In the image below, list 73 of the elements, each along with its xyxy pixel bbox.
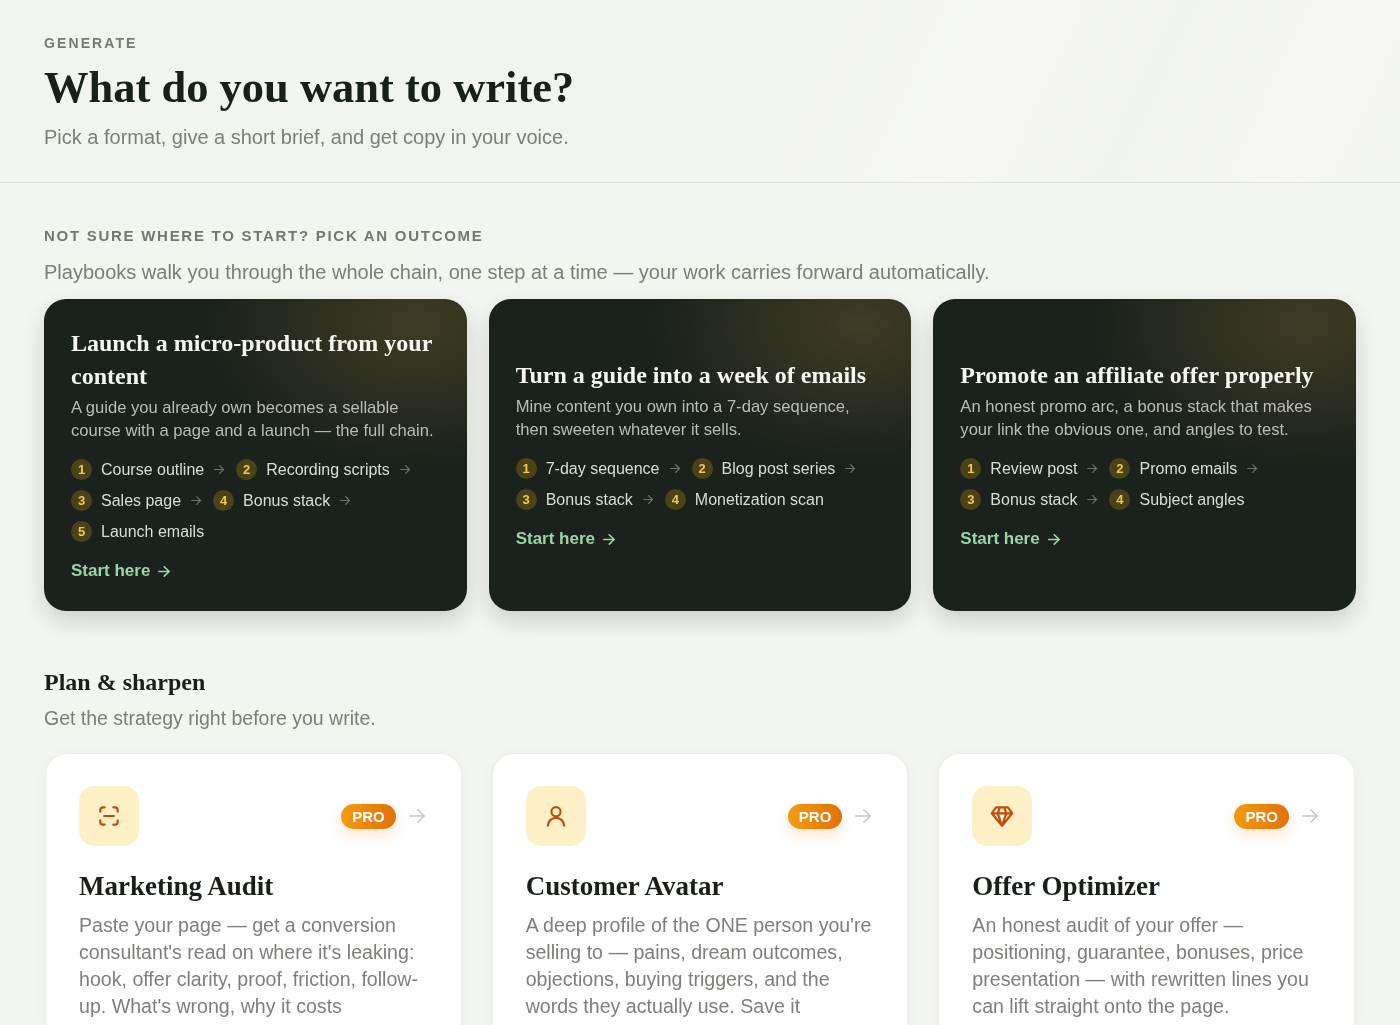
arrow-icon: [214, 465, 225, 474]
step-label: Recording scripts: [266, 460, 390, 479]
card-description: Mine content you own into a 7-day sequence, then sweeten whatever it sells.: [515, 396, 851, 441]
step-label: Sales page: [101, 491, 182, 510]
section-description: Playbooks walk you through the whole chain, one step at a time — your work carries forward automatically.: [44, 260, 991, 285]
pro-label: PRO: [1234, 803, 1289, 829]
scan-icon: [79, 786, 139, 846]
tool-description: An honest audit of your offer — positioning, guarantee, bonuses, price presentation — with rewritten lines you can lift straight onto the page.: [972, 913, 1310, 1019]
pro-label: PRO: [787, 803, 843, 829]
tool-title: Offer Optimizer: [972, 870, 1161, 903]
arrow-icon: [845, 464, 856, 473]
arrow-icon: [340, 496, 351, 505]
step-number: 3: [960, 489, 982, 510]
step-number: 4: [213, 490, 235, 511]
section-title: Plan & sharpen: [44, 668, 207, 697]
arrow-icon: [191, 496, 202, 505]
step-label: 7-day sequence: [545, 459, 660, 478]
arrow-icon: [669, 464, 680, 473]
card-title: Promote an affiliate offer properly: [960, 361, 1315, 390]
start-here-link[interactable]: Start here: [71, 559, 171, 583]
step-label: Blog post series: [721, 459, 836, 478]
step-number: 2: [1109, 458, 1131, 479]
step-number: 2: [236, 459, 258, 480]
step-label: Launch emails: [101, 522, 205, 541]
step-number: 1: [515, 458, 537, 479]
arrow-icon: [1247, 464, 1258, 473]
arrow-icon: [603, 533, 616, 545]
card-description: A guide you already own becomes a sellable course with a page and a launch — the full chain.: [71, 397, 435, 442]
step-number: 5: [71, 521, 92, 542]
arrow-icon: [1047, 533, 1060, 545]
step-number: 4: [1109, 489, 1131, 510]
arrow-icon: [1087, 495, 1098, 504]
step-label: Course outline: [101, 460, 205, 479]
step-label: Bonus stack: [243, 491, 331, 510]
step-number: 4: [664, 489, 686, 510]
arrow-icon: [642, 495, 653, 504]
step-number: 1: [960, 458, 982, 479]
card-description: An honest promo arc, a bonus stack that makes your link the obvious one, and angles to test.: [960, 396, 1313, 441]
page-subtitle: Pick a format, give a short brief, and get copy in your voice.: [44, 125, 570, 150]
card-title: Turn a guide into a week of emails: [515, 361, 868, 390]
step-label: Bonus stack: [545, 490, 633, 509]
step-number: 3: [71, 490, 92, 511]
step-number: 1: [71, 459, 92, 480]
section-subtitle: Get the strategy right before you write.: [44, 706, 377, 731]
pro-label: PRO: [341, 803, 396, 829]
step-label: Review post: [990, 459, 1078, 478]
step-label: Monetization scan: [694, 490, 824, 509]
step-number: 3: [515, 489, 537, 510]
start-here-link[interactable]: Start here: [515, 527, 616, 551]
arrow-icon: [399, 465, 410, 474]
page-title: What do you want to write?: [44, 62, 576, 112]
tool-card[interactable]: PRO Marketing Audit Paste your page — get a conversion consultant's read on where it's leaking: hook, offer clarity, proof, friction, follow-up. What's wrong, why it costs: [45, 753, 462, 1025]
gem-icon: [972, 786, 1033, 846]
arrow-icon[interactable]: [855, 809, 872, 823]
card-title: Launch a micro-product from your content: [71, 329, 433, 391]
start-here-link[interactable]: Start here: [960, 527, 1060, 551]
step-number: 2: [691, 458, 713, 479]
arrow-icon[interactable]: [1302, 809, 1318, 823]
section-label: NOT SURE WHERE TO START? PICK AN OUTCOME: [44, 227, 485, 245]
arrow-icon: [158, 565, 171, 577]
step-label: Bonus stack: [990, 490, 1078, 509]
tool-title: Customer Avatar: [525, 870, 725, 903]
tool-title: Marketing Audit: [79, 870, 275, 903]
tool-card[interactable]: PRO Customer Avatar A deep profile of the ONE person you're selling to — pains, dream outcomes, objections, buying triggers, and the words they actually use. Save it: [491, 753, 909, 1025]
step-label: Subject angles: [1139, 490, 1245, 509]
tool-description: Paste your page — get a conversion consultant's read on where it's leaking: hook, offer clarity, proof, friction, follow-up. What's wrong, why it costs: [79, 913, 420, 1019]
arrow-icon[interactable]: [408, 809, 425, 823]
eyebrow-label: GENERATE: [44, 34, 139, 52]
person-icon: [525, 786, 586, 846]
step-label: Promo emails: [1139, 459, 1238, 478]
tool-description: A deep profile of the ONE person you're selling to — pains, dream outcomes, objections, buying triggers, and the words they actually use. Save it: [525, 913, 873, 1019]
tool-card[interactable]: PRO Offer Optimizer An honest audit of your offer — positioning, guarantee, bonuses, price presentation — with rewritten lines you can lift straight onto the page.: [938, 753, 1355, 1025]
arrow-icon: [1087, 464, 1098, 473]
